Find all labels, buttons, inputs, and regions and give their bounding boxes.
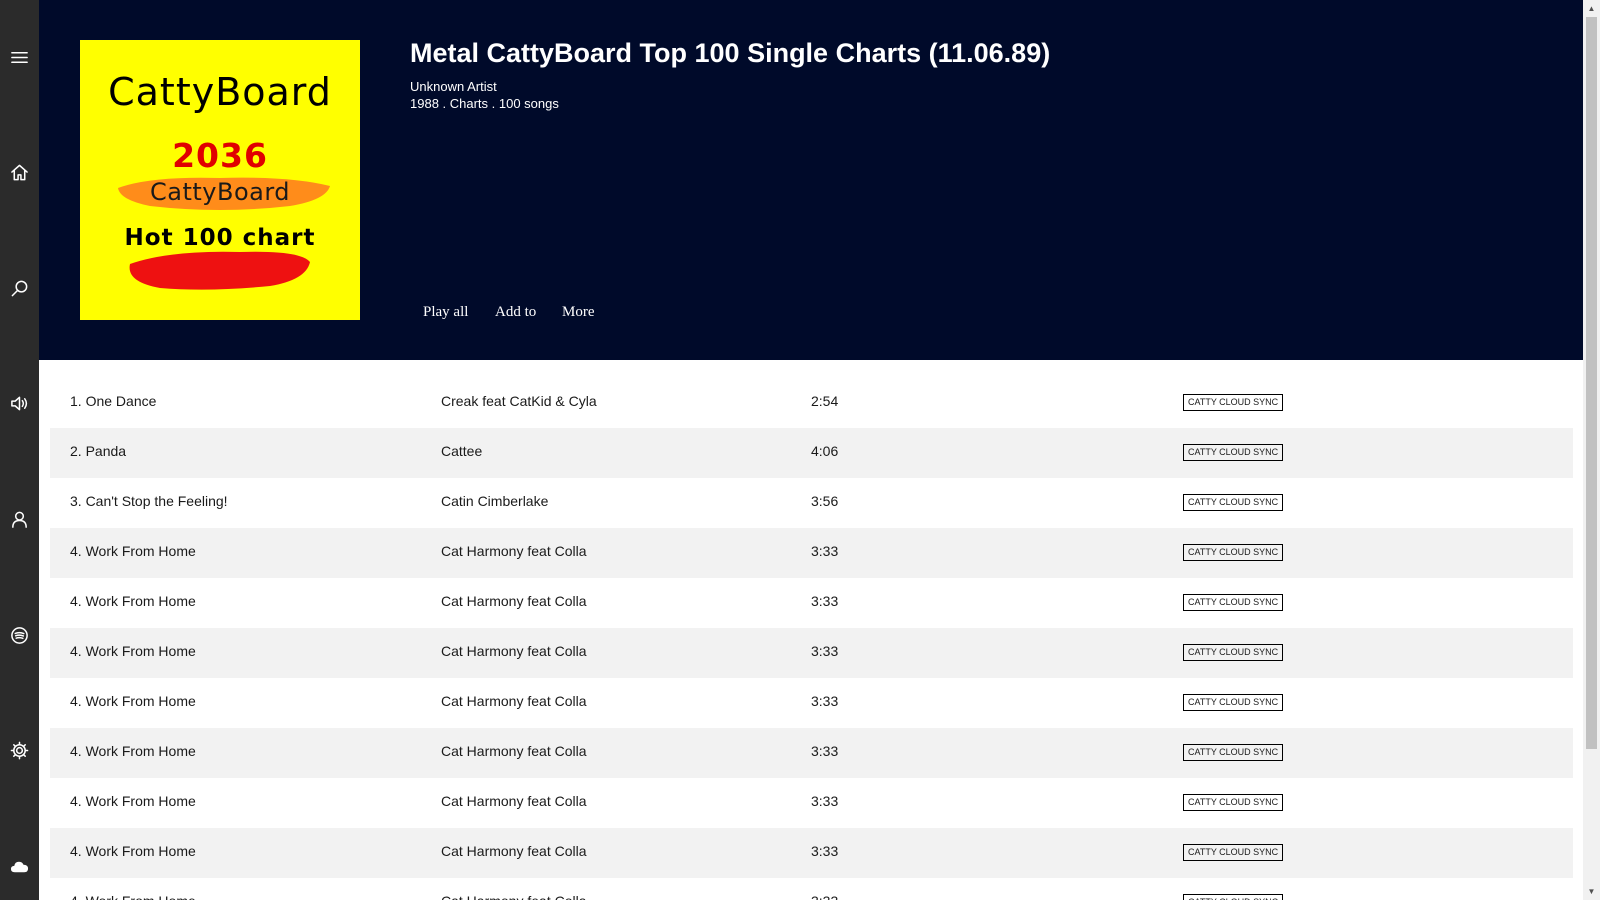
track-duration: 3:56 — [811, 493, 839, 509]
cloud-sync-button[interactable]: CATTY CLOUD SYNC — [1183, 544, 1284, 561]
track-artist: Cat Harmony feat Colla — [441, 543, 587, 559]
track-artist: Cattee — [441, 443, 483, 459]
track-list: 1. One Dance Creak feat CatKid & Cyla 2:54… — [50, 378, 1573, 900]
track-title: 4. Work From Home — [70, 793, 196, 809]
track-artist: Cat Harmony feat Colla — [441, 793, 587, 809]
cover-year-text: 2036 — [172, 136, 268, 175]
playlist-meta: 1988 . Charts . 100 songs — [410, 96, 559, 111]
sidebar-item-volume[interactable] — [0, 383, 39, 423]
menu-button[interactable] — [0, 37, 39, 77]
track-row[interactable]: 1. One Dance Creak feat CatKid & Cyla 2:54… — [50, 378, 1573, 428]
cloud-sync-button[interactable]: CATTY CLOUD SYNC — [1183, 694, 1284, 711]
track-row[interactable]: 4. Work From Home Cat Harmony feat Colla 3… — [50, 628, 1573, 678]
track-title: 4. Work From Home — [70, 593, 196, 609]
track-artist: Cat Harmony feat Colla — [441, 643, 587, 659]
track-duration: 3:33 — [811, 643, 839, 659]
cover-brand-text: CattyBoard — [108, 70, 332, 114]
track-artist: Cat Harmony feat Colla — [441, 593, 587, 609]
track-title: 1. One Dance — [70, 393, 157, 409]
more-button[interactable]: More — [562, 304, 595, 321]
cloud-sync-button[interactable]: CATTY CLOUD SYNC — [1183, 594, 1284, 611]
track-artist: Creak feat CatKid & Cyla — [441, 393, 597, 409]
add-to-button[interactable]: Add to — [495, 304, 536, 321]
cloud-sync-button[interactable]: CATTY CLOUD SYNC — [1183, 744, 1284, 761]
sidebar-item-profile[interactable] — [0, 499, 39, 539]
track-row[interactable]: 4. Work From Home Cat Harmony feat Colla 3… — [50, 878, 1573, 900]
sidebar-item-search[interactable] — [0, 268, 39, 308]
track-artist: Cat Harmony feat Colla — [441, 743, 587, 759]
track-title: 4. Work From Home — [70, 743, 196, 759]
sidebar-item-settings[interactable] — [0, 730, 39, 770]
cloud-sync-button[interactable]: CATTY CLOUD SYNC — [1183, 894, 1284, 900]
home-icon — [11, 164, 28, 180]
vertical-scrollbar[interactable]: ▲ ▼ — [1583, 0, 1600, 900]
track-title: 4. Work From Home — [70, 693, 196, 709]
cloud-icon — [10, 861, 29, 872]
scrollbar-thumb[interactable] — [1586, 17, 1597, 749]
playlist-title: Metal CattyBoard Top 100 Single Charts (… — [410, 38, 1051, 68]
album-cover: CattyBoard 2036 CattyBoard Hot 100 chart — [80, 40, 360, 320]
speaker-icon — [11, 396, 28, 410]
gear-icon — [10, 741, 29, 759]
track-row[interactable]: 3. Can't Stop the Feeling! Catin Cimberla… — [50, 478, 1573, 528]
track-title: 3. Can't Stop the Feeling! — [70, 493, 228, 509]
track-row[interactable]: 4. Work From Home Cat Harmony feat Colla 3… — [50, 678, 1573, 728]
track-duration: 3:33 — [811, 743, 839, 759]
track-artist: Catin Cimberlake — [441, 493, 549, 509]
music-app: CattyBoard 2036 CattyBoard Hot 100 chart… — [0, 0, 1600, 900]
user-icon — [12, 511, 27, 528]
cloud-sync-button[interactable]: CATTY CLOUD SYNC — [1183, 644, 1284, 661]
track-row[interactable]: 2. Panda Cattee 4:06 CATTY CLOUD SYNC — [50, 428, 1573, 478]
track-duration: 3:33 — [811, 793, 839, 809]
track-title: 4. Work From Home — [70, 543, 196, 559]
play-all-button[interactable]: Play all — [423, 304, 468, 321]
track-duration: 3:33 — [811, 593, 839, 609]
track-artist: Cat Harmony feat Colla — [441, 893, 587, 900]
cloud-sync-button[interactable]: CATTY CLOUD SYNC — [1183, 444, 1284, 461]
sidebar-item-home[interactable] — [0, 152, 39, 192]
track-row[interactable]: 4. Work From Home Cat Harmony feat Colla 3… — [50, 728, 1573, 778]
track-duration: 4:06 — [811, 443, 839, 459]
sidebar — [0, 0, 39, 900]
scroll-down-arrow-icon[interactable]: ▼ — [1583, 883, 1600, 900]
playlist-artist: Unknown Artist — [410, 79, 497, 94]
sidebar-item-spotify[interactable] — [0, 615, 39, 655]
track-row[interactable]: 4. Work From Home Cat Harmony feat Colla 3… — [50, 828, 1573, 878]
track-title: 4. Work From Home — [70, 893, 196, 900]
track-row[interactable]: 4. Work From Home Cat Harmony feat Colla 3… — [50, 578, 1573, 628]
track-duration: 3:33 — [811, 843, 839, 859]
cover-chart-text: Hot 100 chart — [124, 225, 316, 251]
track-title: 4. Work From Home — [70, 643, 196, 659]
track-artist: Cat Harmony feat Colla — [441, 843, 587, 859]
track-duration: 3:33 — [811, 543, 839, 559]
track-duration: 2:54 — [811, 393, 839, 409]
hamburger-menu-icon — [11, 51, 28, 63]
cover-brand-subtext: CattyBoard — [149, 178, 291, 206]
spotify-icon — [11, 626, 28, 644]
track-row[interactable]: 4. Work From Home Cat Harmony feat Colla 3… — [50, 528, 1573, 578]
track-duration: 3:33 — [811, 893, 838, 900]
track-artist: Cat Harmony feat Colla — [441, 693, 587, 709]
track-title: 2. Panda — [70, 443, 127, 459]
search-icon — [11, 280, 28, 296]
track-title: 4. Work From Home — [70, 843, 196, 859]
cloud-sync-button[interactable]: CATTY CLOUD SYNC — [1183, 794, 1284, 811]
sidebar-item-cloud[interactable] — [0, 846, 39, 886]
playlist-header: CattyBoard 2036 CattyBoard Hot 100 chart… — [39, 0, 1583, 360]
cloud-sync-button[interactable]: CATTY CLOUD SYNC — [1183, 844, 1284, 861]
cloud-sync-button[interactable]: CATTY CLOUD SYNC — [1183, 394, 1284, 411]
cloud-sync-button[interactable]: CATTY CLOUD SYNC — [1183, 494, 1284, 511]
scroll-up-arrow-icon[interactable]: ▲ — [1583, 0, 1600, 17]
track-row[interactable]: 4. Work From Home Cat Harmony feat Colla 3… — [50, 778, 1573, 828]
track-duration: 3:33 — [811, 693, 839, 709]
